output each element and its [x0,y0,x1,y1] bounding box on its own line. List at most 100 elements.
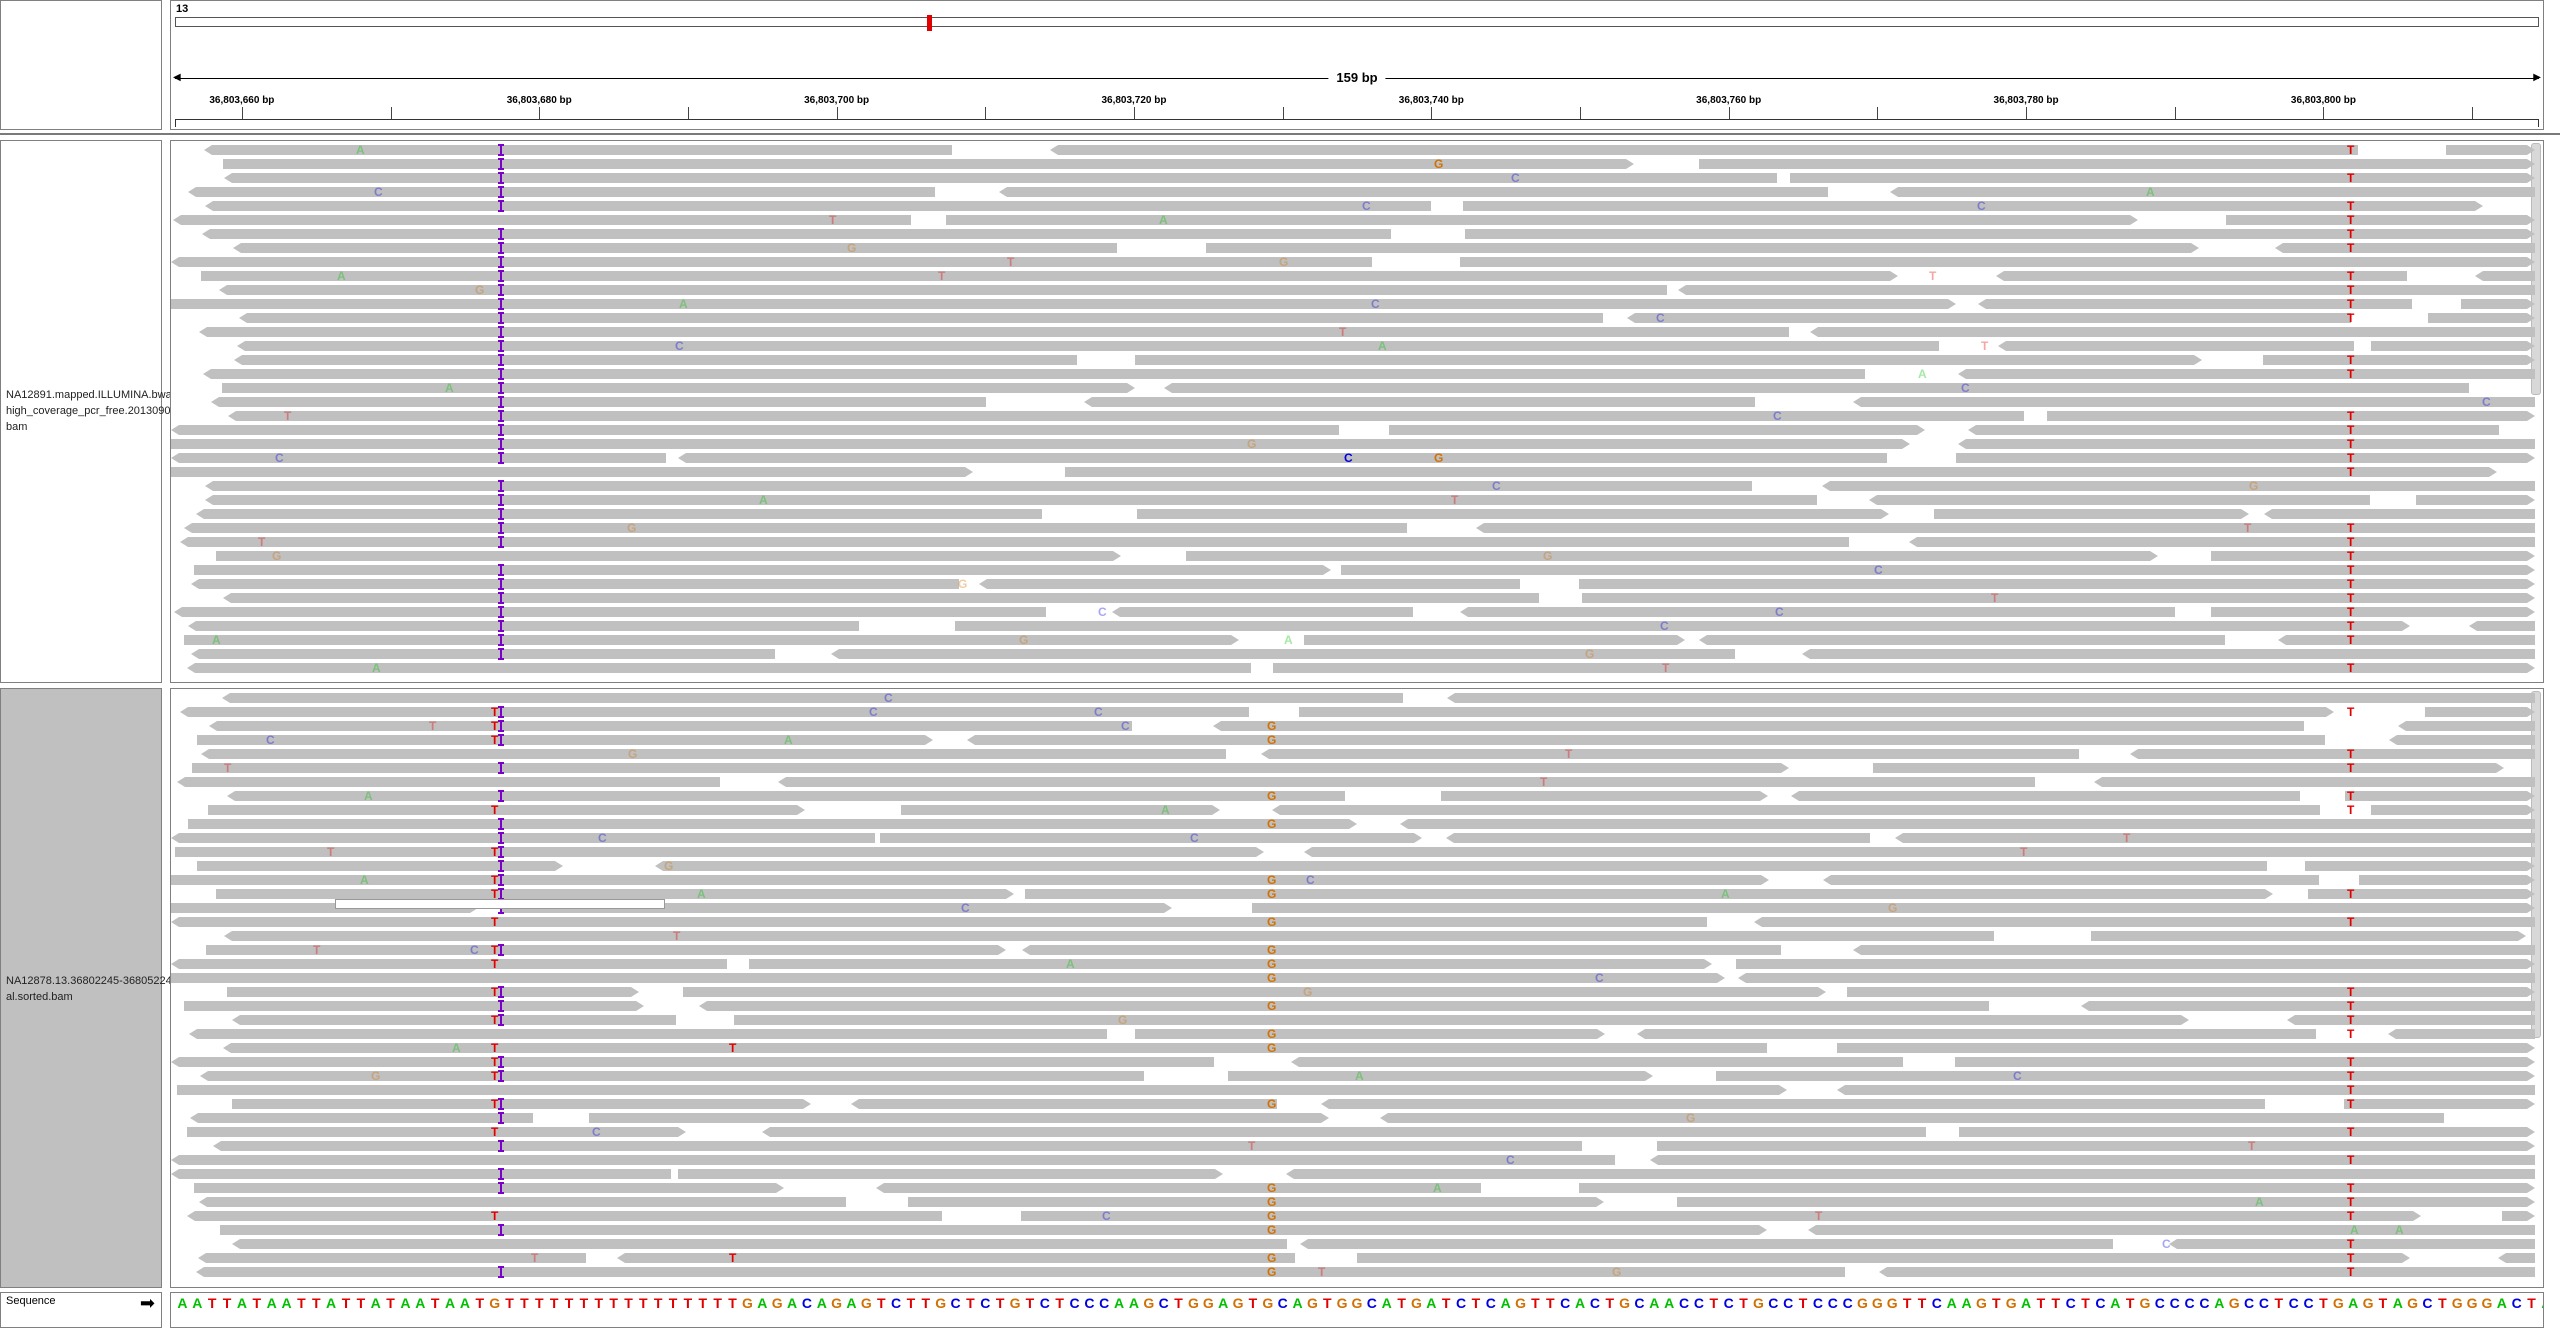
alignment-read[interactable] [2091,931,2526,941]
alignment-read[interactable] [196,509,1042,519]
alignment-read[interactable] [678,453,1887,463]
alignment-read[interactable] [2094,777,2535,787]
alignment-read[interactable] [232,1015,676,1025]
alignment-read[interactable] [191,579,959,589]
insertion-marker[interactable] [498,1182,504,1194]
alignment-read[interactable] [1822,481,2535,491]
alignment-read[interactable] [1823,875,2319,885]
insertion-marker[interactable] [498,648,504,660]
alignment-read[interactable] [180,537,1849,547]
alignment-read[interactable] [199,1197,846,1207]
alignment-read[interactable] [1808,1225,2535,1235]
insertion-marker[interactable] [498,312,504,324]
alignment-read[interactable] [1137,509,1889,519]
alignment-read[interactable] [2398,721,2535,731]
alignment-read[interactable] [2446,145,2535,155]
alignment-read[interactable] [224,931,1994,941]
alignment-read[interactable] [175,847,1264,857]
alignment-read[interactable] [1699,159,2535,169]
alignment-read[interactable] [1025,889,2273,899]
insertion-marker[interactable] [498,874,504,886]
alignment-read[interactable] [223,159,1634,169]
alignment-read[interactable] [222,693,1403,703]
alignment-read[interactable] [1998,341,2354,351]
alignment-read[interactable] [194,565,1331,575]
alignment-read[interactable] [171,425,1339,435]
alignment-read[interactable] [2359,875,2535,885]
alignment-read[interactable] [967,735,2325,745]
alignment-read[interactable] [999,187,1828,197]
alignment-read[interactable] [188,187,935,197]
alignment-read[interactable] [237,341,1939,351]
alignment-track-1[interactable]: TAGTCCATCCTATTTGTGTTTATGTACTCTACTTTACACT… [170,140,2544,683]
alignment-read[interactable] [1213,721,2304,731]
insertion-marker[interactable] [498,396,504,408]
insertion-marker[interactable] [498,508,504,520]
alignment-read[interactable] [201,271,1898,281]
alignment-read[interactable] [2371,341,2535,351]
alignment-read[interactable] [1299,707,2334,717]
alignment-read[interactable] [1802,649,2535,659]
alignment-read[interactable] [1304,847,2535,857]
alignment-read[interactable] [1084,397,1755,407]
insertion-marker[interactable] [498,620,504,632]
alignment-read[interactable] [1853,397,2535,407]
alignment-read[interactable] [1650,1155,2535,1165]
alignment-read[interactable] [908,1197,1604,1207]
alignment-read[interactable] [171,1169,671,1179]
insertion-marker[interactable] [498,564,504,576]
alignment-read[interactable] [2469,621,2535,631]
alignment-read[interactable] [1678,285,2535,295]
alignment-read[interactable] [734,1015,2189,1025]
insertion-marker[interactable] [498,284,504,296]
alignment-read[interactable] [208,805,805,815]
alignment-read[interactable] [199,327,1789,337]
alignment-read[interactable] [171,299,1956,309]
insertion-marker[interactable] [498,410,504,422]
alignment-read[interactable] [1460,607,2175,617]
alignment-read[interactable] [1637,1029,2316,1039]
alignment-read[interactable] [171,973,1725,983]
insertion-marker[interactable] [498,720,504,732]
alignment-read[interactable] [184,523,1407,533]
track-name-panel-1[interactable]: NA12891.mapped.ILLUMINA.bwa. high_covera… [0,140,180,683]
insertion-marker[interactable] [498,480,504,492]
alignment-read[interactable] [187,1211,942,1221]
alignment-read[interactable] [227,987,639,997]
alignment-read[interactable] [876,1183,1481,1193]
alignment-read[interactable] [1380,1113,2444,1123]
alignment-read[interactable] [1895,833,2535,843]
alignment-read[interactable] [1065,467,2497,477]
alignment-read[interactable] [171,453,666,463]
alignment-read[interactable] [1837,1043,2535,1053]
insertion-marker[interactable] [498,1140,504,1152]
insertion-marker[interactable] [498,1266,504,1278]
alignment-read[interactable] [180,707,1249,717]
insertion-marker[interactable] [498,298,504,310]
alignment-read[interactable] [762,1127,1926,1137]
insertion-marker[interactable] [498,382,504,394]
alignment-read[interactable] [1699,635,2225,645]
alignment-read[interactable] [213,1141,1582,1151]
alignment-read[interactable] [222,383,1135,393]
alignment-read[interactable] [2502,1211,2535,1221]
alignment-read[interactable] [171,959,727,969]
alignment-read[interactable] [190,1113,533,1123]
insertion-marker[interactable] [498,158,504,170]
alignment-read[interactable] [188,819,1357,829]
alignment-read[interactable] [617,1253,1295,1263]
alignment-read[interactable] [2287,1015,2535,1025]
alignment-read[interactable] [202,229,1391,239]
alignment-read[interactable] [2344,1099,2535,1109]
alignment-read[interactable] [1677,1197,2535,1207]
insertion-marker[interactable] [498,1070,504,1082]
alignment-read[interactable] [1579,579,2535,589]
alignment-read[interactable] [946,215,2138,225]
alignment-read[interactable] [204,145,952,155]
insertion-marker[interactable] [498,1168,504,1180]
alignment-read[interactable] [2461,299,2535,309]
alignment-read[interactable] [1476,523,2535,533]
alignment-read[interactable] [1447,693,2535,703]
alignment-read[interactable] [851,1099,1277,1109]
insertion-marker[interactable] [498,986,504,998]
